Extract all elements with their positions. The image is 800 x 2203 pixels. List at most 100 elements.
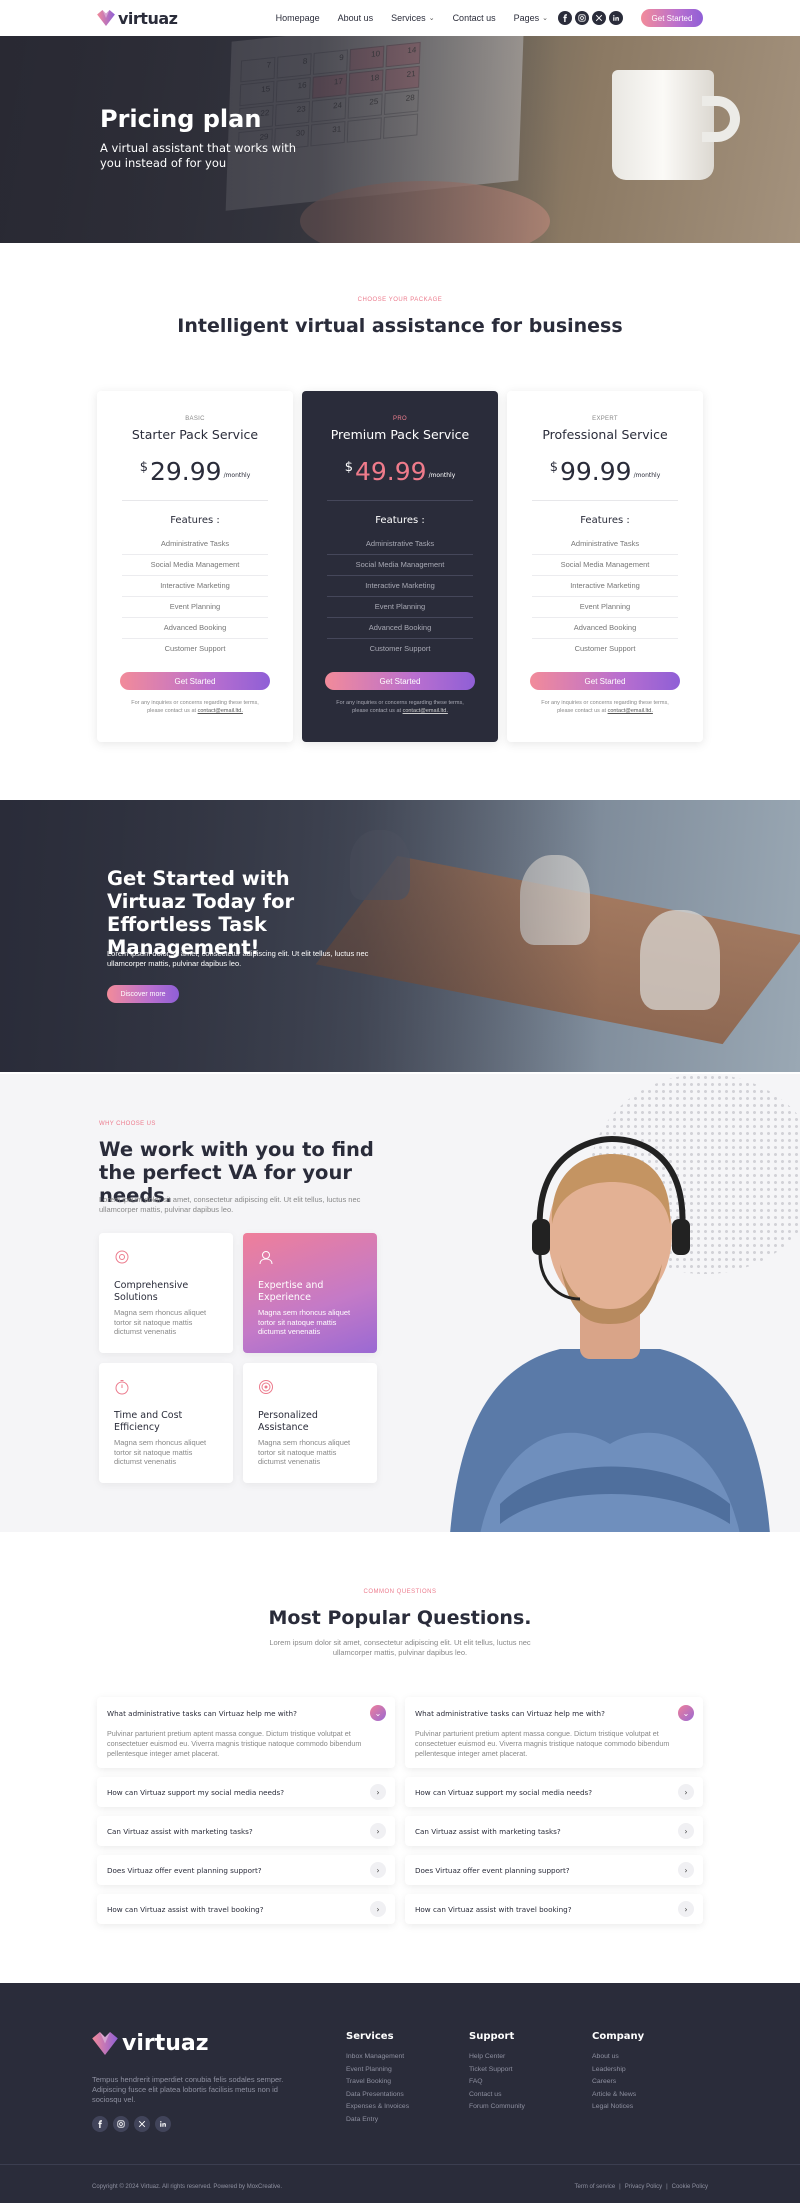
get-started-button[interactable]: Get Started: [120, 672, 270, 690]
chevron-right-icon[interactable]: ›: [370, 1862, 386, 1878]
faq-question[interactable]: What administrative tasks can Virtuaz he…: [405, 1697, 703, 1729]
feature-title: Expertise and Experience: [258, 1280, 324, 1303]
get-started-button[interactable]: Get Started: [325, 672, 475, 690]
footer-link[interactable]: Article & News: [592, 2089, 644, 2102]
footer-link[interactable]: Data Entry: [346, 2114, 409, 2127]
faq-question[interactable]: What administrative tasks can Virtuaz he…: [97, 1697, 395, 1729]
pricing-title-bold: for business: [491, 315, 623, 337]
footer-link[interactable]: Event Planning: [346, 2064, 409, 2077]
footer-link[interactable]: Contact us: [469, 2089, 525, 2102]
feature-item: Interactive Marketing: [327, 576, 473, 597]
term-of-service-link[interactable]: Term of service: [574, 2184, 615, 2190]
footer-link[interactable]: Careers: [592, 2076, 644, 2089]
chevron-right-icon[interactable]: ›: [370, 1784, 386, 1800]
plan-name: Starter Pack Service: [131, 427, 259, 442]
x-icon[interactable]: [592, 11, 606, 25]
faq-question[interactable]: How can Virtuaz assist with travel booki…: [405, 1894, 703, 1924]
feature-title: Personalized Assistance: [258, 1410, 318, 1433]
contact-email-link[interactable]: contact@email.ltd.: [198, 708, 243, 714]
chevron-right-icon[interactable]: ›: [678, 1901, 694, 1917]
pricing-card-basic: BASIC Starter Pack Service $29.99/monthl…: [97, 391, 293, 742]
logo[interactable]: virtuaz: [97, 9, 178, 28]
faq-question[interactable]: Can Virtuaz assist with marketing tasks?…: [97, 1816, 395, 1846]
why-text: Lorem ipsum dolor sit amet, consectetur …: [99, 1195, 361, 1214]
nav-services[interactable]: Services ⌄: [391, 13, 434, 23]
plan-note: For any inquiries or concerns regarding …: [125, 699, 265, 715]
feature-list: Administrative Tasks Social Media Manage…: [122, 534, 268, 660]
price-period: /monthly: [428, 472, 456, 479]
footer-link[interactable]: Data Presentations: [346, 2089, 409, 2102]
site-header: virtuaz Homepage About us Services ⌄ Cont…: [0, 0, 800, 36]
header-get-started-button[interactable]: Get Started: [641, 9, 703, 27]
faq-item[interactable]: Does Virtuaz offer event planning suppor…: [97, 1855, 395, 1885]
nav-pages[interactable]: Pages ⌄: [514, 13, 548, 23]
chevron-right-icon[interactable]: ›: [370, 1823, 386, 1839]
footer-link[interactable]: Forum Community: [469, 2101, 525, 2114]
legal-links: Term of service | Privacy Policy | Cookie …: [574, 2184, 708, 2190]
contact-email-link[interactable]: contact@email.ltd.: [403, 708, 448, 714]
nav-about-us[interactable]: About us: [338, 13, 374, 23]
faq-question[interactable]: How can Virtuaz support my social media …: [97, 1777, 395, 1807]
faq-question[interactable]: Does Virtuaz offer event planning suppor…: [97, 1855, 395, 1885]
chevron-down-icon[interactable]: ⌄: [678, 1705, 694, 1721]
footer-link[interactable]: About us: [592, 2051, 644, 2064]
price-amount: 49.99: [354, 457, 427, 486]
page-title: Pricing plan: [100, 105, 262, 133]
footer-link[interactable]: FAQ: [469, 2076, 525, 2089]
footer-link[interactable]: Inbox Management: [346, 2051, 409, 2064]
chevron-right-icon[interactable]: ›: [370, 1901, 386, 1917]
chevron-down-icon[interactable]: ⌄: [370, 1705, 386, 1721]
faq-item[interactable]: How can Virtuaz assist with travel booki…: [405, 1894, 703, 1924]
faq-item[interactable]: What administrative tasks can Virtuaz he…: [97, 1697, 395, 1768]
chevron-right-icon[interactable]: ›: [678, 1784, 694, 1800]
chevron-right-icon[interactable]: ›: [678, 1862, 694, 1878]
faq-question[interactable]: Does Virtuaz offer event planning suppor…: [405, 1855, 703, 1885]
privacy-policy-link[interactable]: Privacy Policy: [625, 2184, 662, 2190]
footer-logo[interactable]: virtuaz: [92, 2031, 209, 2056]
faq-item[interactable]: How can Virtuaz support my social media …: [97, 1777, 395, 1807]
linkedin-icon[interactable]: [609, 11, 623, 25]
footer-link[interactable]: Leadership: [592, 2064, 644, 2077]
feature-card-time-cost: Time and Cost Efficiency Magna sem rhonc…: [99, 1363, 233, 1483]
footer-link[interactable]: Ticket Support: [469, 2064, 525, 2077]
faq-question[interactable]: How can Virtuaz assist with travel booki…: [97, 1894, 395, 1924]
faq-item[interactable]: What administrative tasks can Virtuaz he…: [405, 1697, 703, 1768]
nav-homepage[interactable]: Homepage: [276, 13, 320, 23]
footer-link[interactable]: Legal Notices: [592, 2101, 644, 2114]
get-started-button[interactable]: Get Started: [530, 672, 680, 690]
instagram-icon[interactable]: [575, 11, 589, 25]
instagram-icon[interactable]: [113, 2116, 129, 2132]
plan-note: For any inquiries or concerns regarding …: [535, 699, 675, 715]
faq-item[interactable]: Can Virtuaz assist with marketing tasks?…: [405, 1816, 703, 1846]
faq-question-text: How can Virtuaz assist with travel booki…: [107, 1904, 264, 1914]
chevron-right-icon[interactable]: ›: [678, 1823, 694, 1839]
nav-contact-us[interactable]: Contact us: [453, 13, 496, 23]
faq-title: Most Popular Questions.: [0, 1607, 800, 1630]
x-icon[interactable]: [134, 2116, 150, 2132]
feature-item: Administrative Tasks: [122, 534, 268, 555]
footer-link[interactable]: Help Center: [469, 2051, 525, 2064]
footer-link[interactable]: Travel Booking: [346, 2076, 409, 2089]
faq-question-text: How can Virtuaz assist with travel booki…: [415, 1904, 572, 1914]
faq-item[interactable]: Can Virtuaz assist with marketing tasks?…: [97, 1816, 395, 1846]
linkedin-icon[interactable]: [155, 2116, 171, 2132]
faq-item[interactable]: How can Virtuaz assist with travel booki…: [97, 1894, 395, 1924]
facebook-icon[interactable]: [92, 2116, 108, 2132]
cookie-policy-link[interactable]: Cookie Policy: [672, 2184, 708, 2190]
faq-title-plain: Most Popular: [268, 1607, 417, 1629]
faq-item[interactable]: Does Virtuaz offer event planning suppor…: [405, 1855, 703, 1885]
feature-card-personalized: Personalized Assistance Magna sem rhoncu…: [243, 1363, 377, 1483]
discover-more-button[interactable]: Discover more: [107, 985, 179, 1003]
footer-column-title: Company: [592, 2031, 645, 2042]
feature-item: Event Planning: [327, 597, 473, 618]
facebook-icon[interactable]: [558, 11, 572, 25]
contact-email-link[interactable]: contact@email.ltd.: [608, 708, 653, 714]
features-title: Features :: [375, 515, 425, 526]
nav-services-label: Services: [391, 13, 426, 23]
feature-item: Interactive Marketing: [122, 576, 268, 597]
faq-question[interactable]: How can Virtuaz support my social media …: [405, 1777, 703, 1807]
faq-item[interactable]: How can Virtuaz support my social media …: [405, 1777, 703, 1807]
separator: |: [619, 2184, 621, 2190]
footer-link[interactable]: Expenses & Invoices: [346, 2101, 409, 2114]
faq-question[interactable]: Can Virtuaz assist with marketing tasks?…: [405, 1816, 703, 1846]
